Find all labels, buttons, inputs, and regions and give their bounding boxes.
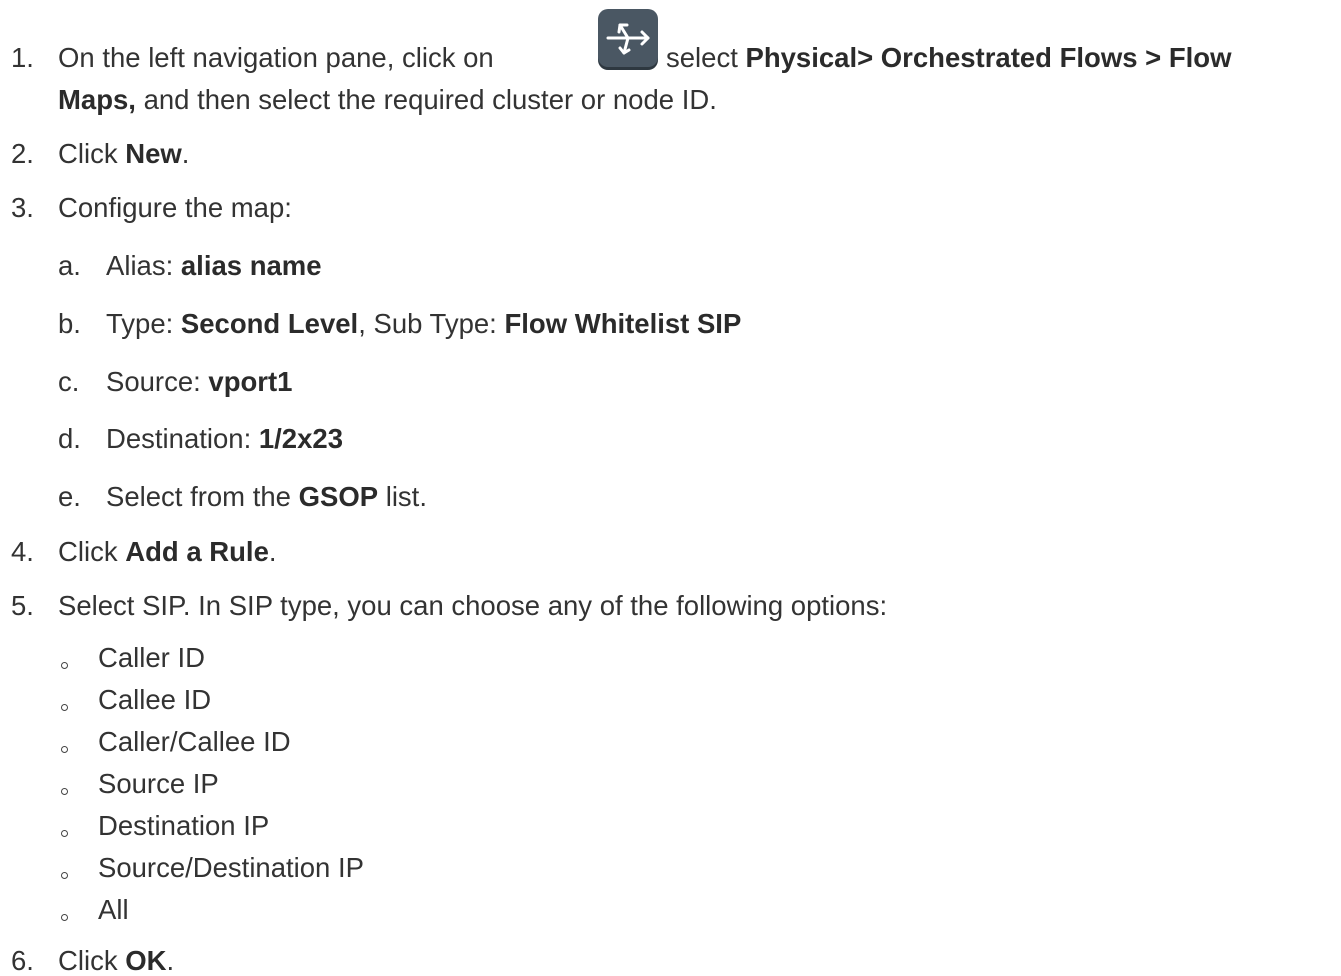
step-number: 1. <box>11 42 34 73</box>
substep-d-bold: 1/2x23 <box>258 423 343 454</box>
sip-option: Source/Destination IP <box>98 852 364 883</box>
step-1-menu-maps: Maps, <box>58 84 136 115</box>
substep-d-pre: Destination: <box>106 423 252 454</box>
substep-letter: c. <box>58 366 80 397</box>
substep-e-pre: Select from the <box>106 481 291 512</box>
step-1-line-1b: select Physical> Orchestrated Flows > Fl… <box>666 44 1232 72</box>
sip-option: All <box>98 894 129 925</box>
bullet-circle-icon <box>61 704 68 711</box>
substep-c-bold: vport1 <box>208 366 293 397</box>
step-number: 6. <box>11 945 34 976</box>
bullet-circle-icon <box>61 746 68 753</box>
step-6-line: Click OK. <box>58 947 174 975</box>
step-3-line: Configure the map: <box>58 192 292 223</box>
substep-b-mid: , Sub Type: <box>358 308 497 339</box>
substep-letter: b. <box>58 308 81 339</box>
bullet-circle-icon <box>61 830 68 837</box>
substep-b-line: Type: Second Level, Sub Type: Flow White… <box>106 310 741 338</box>
sip-option: Source IP <box>98 768 219 799</box>
substep-letter: d. <box>58 423 81 454</box>
bullet-circle-icon <box>61 662 68 669</box>
step-2-bold: New <box>125 138 182 169</box>
step-6-pre: Click <box>58 945 118 976</box>
substep-e-bold: GSOP <box>298 481 379 512</box>
sip-option: Destination IP <box>98 810 270 841</box>
sip-option: Caller/Callee ID <box>98 726 291 757</box>
substep-c-pre: Source: <box>106 366 201 397</box>
step-4-pre: Click <box>58 536 118 567</box>
substep-c-line: Source: vport1 <box>106 368 292 396</box>
step-1-line-2: Maps, and then select the required clust… <box>58 86 717 114</box>
step-1-menu-path: Physical> Orchestrated Flows > Flow <box>745 42 1232 73</box>
step-4-line: Click Add a Rule. <box>58 538 277 566</box>
step-1-text-b: select <box>666 42 738 73</box>
step-number: 5. <box>11 590 34 621</box>
substep-b-pre: Type: <box>106 308 174 339</box>
substep-d-line: Destination: 1/2x23 <box>106 425 343 453</box>
bullet-circle-icon <box>61 788 68 795</box>
substep-e-line: Select from the GSOP list. <box>106 483 427 511</box>
step-2-line: Click New. <box>58 140 189 168</box>
arrows-icon <box>606 23 650 55</box>
substep-a-line: Alias: alias name <box>106 252 322 280</box>
sip-option: Caller ID <box>98 642 205 673</box>
step-1-text-a: On the left navigation pane, click on <box>58 42 494 73</box>
step-1-text-c: and then select the required cluster or … <box>143 84 717 115</box>
step-number: 4. <box>11 536 34 567</box>
step-6-bold: OK <box>125 945 167 976</box>
step-4-bold: Add a Rule <box>125 536 269 567</box>
step-number: 2. <box>11 138 34 169</box>
step-4-post: . <box>268 536 277 567</box>
orchestrated-flows-icon[interactable] <box>598 9 658 67</box>
step-6-post: . <box>166 945 175 976</box>
step-1-line-1: On the left navigation pane, click on <box>58 44 494 72</box>
substep-a-pre: Alias: <box>106 250 174 281</box>
substep-e-post: list. <box>385 481 427 512</box>
bullet-circle-icon <box>61 872 68 879</box>
substep-b-bold2: Flow Whitelist SIP <box>504 308 742 339</box>
substep-letter: a. <box>58 250 81 281</box>
step-number: 3. <box>11 192 34 223</box>
step-2-pre: Click <box>58 138 118 169</box>
bullet-circle-icon <box>61 914 68 921</box>
step-2-post: . <box>181 138 190 169</box>
substep-b-bold: Second Level <box>180 308 359 339</box>
sip-option: Callee ID <box>98 684 212 715</box>
step-5-line: Select SIP. In SIP type, you can choose … <box>58 590 888 621</box>
substep-letter: e. <box>58 481 81 512</box>
substep-a-bold: alias name <box>180 250 322 281</box>
